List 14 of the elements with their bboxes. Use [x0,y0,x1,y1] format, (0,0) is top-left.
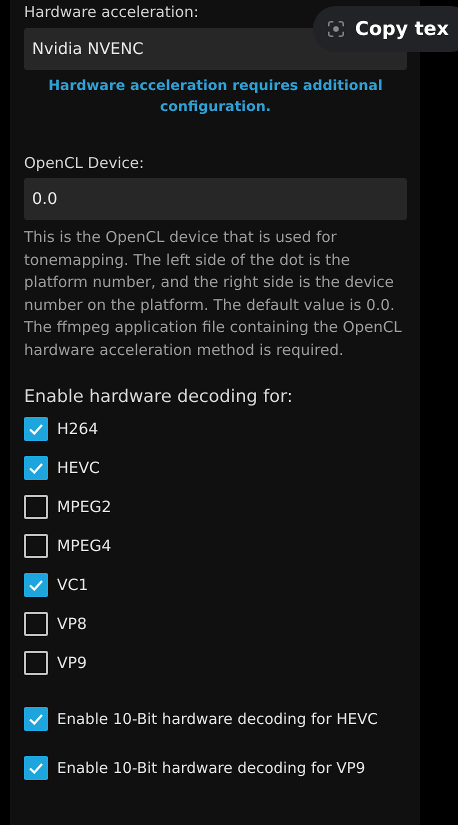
checkbox-label: VC1 [57,576,88,594]
field-label: OpenCL Device: [24,154,146,172]
section-heading: Enable hardware decoding for: [24,387,294,407]
checkbox-label: VP8 [57,615,87,633]
checkbox-label: H264 [57,420,98,438]
field-label: Hardware acceleration: [24,2,200,22]
checkbox-label: Enable 10-Bit hardware decoding for HEVC [57,710,378,728]
checkbox-label: MPEG4 [57,537,112,555]
checkbox-label: VP9 [57,654,87,672]
configuration-note: Hardware acceleration requires additional configuration. [47,77,384,117]
checkbox-label: HEVC [57,459,100,477]
checkbox-label: Enable 10-Bit hardware decoding for VP9 [57,759,366,777]
field-description: This is the OpenCL device that is used for tonemapping. The left side of the dot is the platform number, and the right side is the device number on the platform. The default value is 0.0. The ffmpeg application file containing the OpenCL hardware acceleration method is required. [24,227,403,360]
checkbox-label: MPEG2 [57,498,112,516]
